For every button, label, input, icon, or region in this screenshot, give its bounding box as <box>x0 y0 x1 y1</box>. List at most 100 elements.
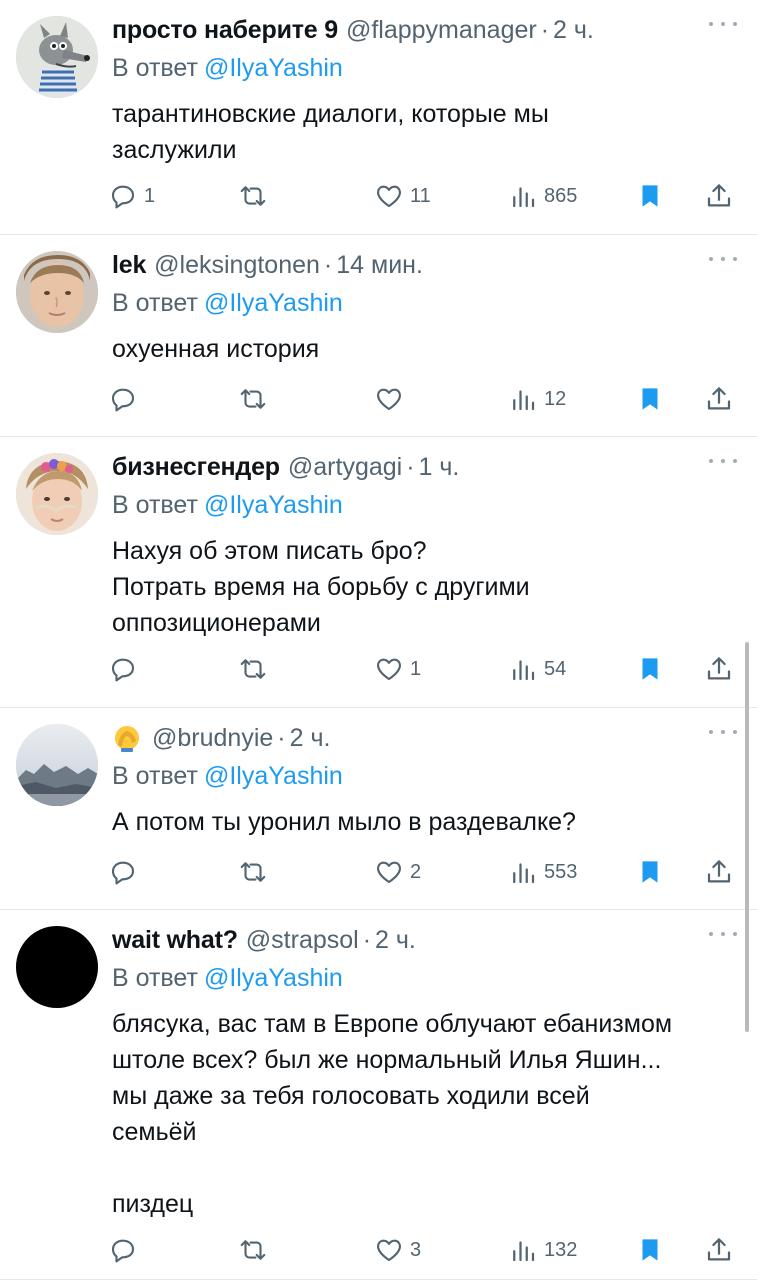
avatar[interactable] <box>16 724 98 806</box>
bookmark-button[interactable] <box>635 379 665 419</box>
reply-context: В ответ @IlyaYashin <box>112 762 343 791</box>
user-handle[interactable]: @flappymanager <box>346 16 537 45</box>
display-name[interactable]: просто наберите 9 <box>112 16 338 45</box>
reply-icon <box>111 1239 135 1263</box>
reply-button[interactable] <box>108 649 144 689</box>
display-name[interactable]: бизнесгендер <box>112 453 280 482</box>
views-chart-icon <box>513 390 535 411</box>
user-handle[interactable]: @strapsol <box>246 926 359 955</box>
retweet-button[interactable] <box>238 649 274 689</box>
share-icon <box>707 860 731 883</box>
mention-link[interactable]: @IlyaYashin <box>204 762 343 790</box>
avatar[interactable] <box>16 453 98 535</box>
heart-icon <box>377 861 401 884</box>
retweet-button[interactable] <box>238 176 274 216</box>
more-options-icon[interactable] <box>709 924 737 944</box>
display-name[interactable]: wait what? <box>112 926 238 955</box>
views-button[interactable]: 865 <box>508 176 577 216</box>
reply-button[interactable] <box>108 1230 144 1270</box>
retweet-icon <box>240 186 266 206</box>
separator-dot: · <box>540 15 550 44</box>
timestamp[interactable]: 2 ч. <box>290 724 331 753</box>
share-button[interactable] <box>704 1230 734 1270</box>
share-button[interactable] <box>704 379 734 419</box>
like-count: 11 <box>410 184 431 207</box>
reply-context: В ответ @IlyaYashin <box>112 491 343 520</box>
user-handle[interactable]: @brudnyie <box>152 724 273 753</box>
reply-context: В ответ @IlyaYashin <box>112 289 343 318</box>
timestamp[interactable]: 14 мин. <box>336 251 423 280</box>
face-avatar-image <box>16 251 98 333</box>
tweet[interactable]: lek @leksingtonen · 14 мин. В ответ @Ilya… <box>0 235 757 437</box>
tweet-text-line: оппозиционерами <box>112 609 321 637</box>
views-button[interactable]: 132 <box>508 1230 577 1270</box>
mention-link[interactable]: @IlyaYashin <box>204 289 343 317</box>
like-count: 3 <box>410 1238 422 1261</box>
like-button[interactable]: 1 <box>374 649 421 689</box>
scrollbar[interactable] <box>745 642 749 1032</box>
avatar[interactable] <box>16 926 98 1008</box>
bookmark-icon <box>642 185 658 207</box>
views-chart-icon <box>513 1241 535 1262</box>
share-button[interactable] <box>704 852 734 892</box>
share-button[interactable] <box>704 649 734 689</box>
action-bar: 12 <box>108 379 743 419</box>
more-options-icon[interactable] <box>709 722 737 742</box>
separator-dot: · <box>277 723 286 752</box>
bookmark-icon <box>642 1239 658 1261</box>
like-button[interactable]: 2 <box>374 852 421 892</box>
more-options-icon[interactable] <box>709 451 737 471</box>
mention-link[interactable]: @IlyaYashin <box>204 964 343 992</box>
timestamp[interactable]: 2 ч. <box>553 16 594 45</box>
reply-icon <box>111 185 135 209</box>
bookmark-button[interactable] <box>635 852 665 892</box>
mention-link[interactable]: @IlyaYashin <box>204 491 343 519</box>
action-bar: 1 54 <box>108 649 743 689</box>
bookmark-button[interactable] <box>635 649 665 689</box>
display-name[interactable]: lek <box>112 251 146 280</box>
reply-count: 1 <box>144 184 156 207</box>
like-count: 1 <box>410 657 422 680</box>
reply-button[interactable] <box>108 852 144 892</box>
views-button[interactable]: 12 <box>508 379 566 419</box>
more-options-icon[interactable] <box>709 14 737 34</box>
views-chart-icon <box>513 187 535 208</box>
reply-button[interactable] <box>108 379 144 419</box>
separator-dot: · <box>323 250 333 279</box>
reply-prefix: В ответ <box>112 54 198 82</box>
bookmark-icon <box>642 861 658 883</box>
retweet-icon <box>240 862 266 882</box>
heart-icon <box>377 1239 401 1262</box>
tweet-text-line: пиздец <box>112 1190 194 1218</box>
tweet[interactable]: бизнесгендер @artygagi · 1 ч. В ответ @Il… <box>0 437 757 708</box>
retweet-button[interactable] <box>238 852 274 892</box>
reply-button[interactable]: 1 <box>108 176 155 216</box>
tweet[interactable]: wait what? @strapsol · 2 ч. В ответ @Ilya… <box>0 910 757 1280</box>
like-button[interactable]: 11 <box>374 176 431 216</box>
mention-link[interactable]: @IlyaYashin <box>204 54 343 82</box>
reply-prefix: В ответ <box>112 289 198 317</box>
user-handle[interactable]: @artygagi <box>288 453 402 482</box>
reply-context: В ответ @IlyaYashin <box>112 54 343 83</box>
timestamp[interactable]: 2 ч. <box>375 926 416 955</box>
retweet-button[interactable] <box>238 379 274 419</box>
black-avatar-image <box>16 926 98 1008</box>
tweet-text-line: Нахуя об этом писать бро? <box>112 537 427 565</box>
tweet[interactable]: @brudnyie · 2 ч. В ответ @IlyaYashin А по… <box>0 708 757 910</box>
views-button[interactable]: 54 <box>508 649 566 689</box>
reply-icon <box>111 388 135 412</box>
retweet-button[interactable] <box>238 1230 274 1270</box>
views-button[interactable]: 553 <box>508 852 577 892</box>
avatar[interactable] <box>16 16 98 98</box>
user-handle[interactable]: @leksingtonen <box>154 251 320 280</box>
timestamp[interactable]: 1 ч. <box>419 453 460 482</box>
avatar[interactable] <box>16 251 98 333</box>
like-button[interactable]: 3 <box>374 1230 421 1270</box>
more-options-icon[interactable] <box>709 249 737 269</box>
view-count: 865 <box>544 184 578 207</box>
share-button[interactable] <box>704 176 734 216</box>
bookmark-button[interactable] <box>635 1230 665 1270</box>
bookmark-button[interactable] <box>635 176 665 216</box>
like-button[interactable] <box>374 379 410 419</box>
tweet[interactable]: просто наберите 9 @flappymanager · 2 ч. … <box>0 0 757 235</box>
